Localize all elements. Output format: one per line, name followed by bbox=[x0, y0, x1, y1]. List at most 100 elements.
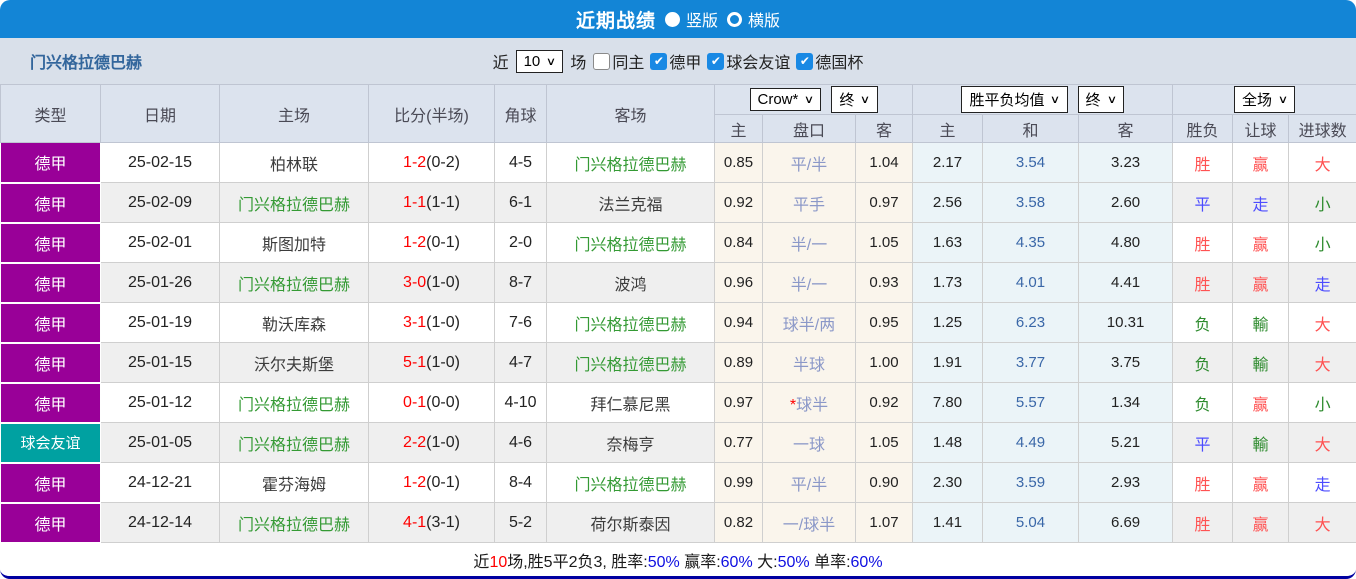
scope-select[interactable]: 全场 ∨ bbox=[1234, 86, 1296, 113]
result-cell: 胜 bbox=[1172, 462, 1234, 503]
home-team: 霍芬海姆 bbox=[219, 462, 369, 503]
summary-segment: 大: bbox=[752, 553, 778, 571]
fulltime-score: 1-1 bbox=[403, 193, 427, 211]
away-team: 门兴格拉德巴赫 bbox=[546, 462, 715, 503]
match-count-select[interactable]: 10 ∨ bbox=[515, 49, 564, 73]
goals-result-cell: 大 bbox=[1288, 342, 1356, 383]
odds-away: 1.07 bbox=[854, 502, 914, 543]
home-team: 门兴格拉德巴赫 bbox=[219, 262, 369, 303]
avg-home: 1.73 bbox=[912, 262, 984, 303]
odds-source-select[interactable]: Crow* ∨ bbox=[749, 88, 822, 111]
checkbox-checked-icon[interactable]: ✔ bbox=[707, 52, 725, 70]
handicap-cell: 平手 bbox=[762, 182, 856, 223]
match-date: 25-01-26 bbox=[100, 262, 220, 303]
home-team: 门兴格拉德巴赫 bbox=[219, 382, 369, 423]
handicap-line: 平手 bbox=[792, 196, 825, 214]
subheader-avg-home: 主 bbox=[912, 114, 984, 143]
result-cell: 胜 bbox=[1172, 502, 1234, 543]
away-team: 波鸿 bbox=[546, 262, 715, 303]
corner-score: 4-5 bbox=[494, 142, 547, 183]
radio-horizontal-layout[interactable]: 横版 bbox=[727, 7, 780, 31]
handicap-line: 一/球半 bbox=[782, 516, 836, 534]
team-name: 门兴格拉德巴赫 bbox=[30, 55, 143, 72]
corner-score: 8-7 bbox=[494, 262, 547, 303]
away-team: 荷尔斯泰因 bbox=[546, 502, 715, 543]
handicap-line: 半球 bbox=[792, 356, 825, 374]
summary-segment: 赢率: bbox=[679, 553, 721, 571]
checkbox-unchecked-icon[interactable] bbox=[593, 52, 611, 70]
avg-home: 2.30 bbox=[912, 462, 984, 503]
goals-result-cell: 走 bbox=[1288, 262, 1356, 303]
filter-controls: 近 10 ∨ 场 同主 ✔ 德甲 ✔ 球会友谊 ✔ 德国杯 bbox=[493, 49, 863, 73]
halftime-score: (3-1) bbox=[426, 513, 460, 531]
recent-results-widget: 近期战绩 竖版 横版 门兴格拉德巴赫 近 10 ∨ 场 同主 ✔ 德甲 ✔ 球会友谊 ✔ 德… bbox=[0, 0, 1356, 579]
radio-vertical-layout[interactable]: 竖版 bbox=[664, 7, 718, 31]
col-header-home: 主场 bbox=[219, 84, 369, 143]
subheader-avg-draw: 和 bbox=[982, 114, 1080, 143]
odds-away: 0.93 bbox=[854, 262, 914, 303]
handicap-cell: 半/一 bbox=[762, 262, 856, 303]
radio-selected-icon[interactable] bbox=[664, 11, 680, 27]
away-team: 奈梅亨 bbox=[546, 422, 715, 463]
result-cell: 平 bbox=[1172, 422, 1234, 463]
chevron-down-icon: ∨ bbox=[860, 94, 871, 106]
checkbox-checked-icon[interactable]: ✔ bbox=[796, 52, 814, 70]
filter-checkbox-1[interactable]: ✔ 德甲 bbox=[650, 49, 701, 73]
odds-home: 0.94 bbox=[714, 302, 763, 343]
match-date: 25-01-15 bbox=[100, 342, 220, 383]
handicap-cell: 平/半 bbox=[762, 142, 856, 183]
halftime-score: (1-1) bbox=[426, 193, 460, 211]
score-cell: 4-1(3-1) bbox=[368, 502, 495, 543]
home-team: 门兴格拉德巴赫 bbox=[219, 182, 369, 223]
score-cell: 2-2(1-0) bbox=[368, 422, 495, 463]
filter-checkbox-3[interactable]: ✔ 德国杯 bbox=[796, 49, 863, 73]
avg-away: 3.75 bbox=[1078, 342, 1174, 383]
avg-away: 6.69 bbox=[1078, 502, 1174, 543]
corner-score: 4-7 bbox=[494, 342, 547, 383]
fulltime-score: 4-1 bbox=[403, 513, 427, 531]
handicap-cell: 一/球半 bbox=[762, 502, 856, 543]
chevron-down-icon: ∨ bbox=[804, 94, 815, 106]
result-cell: 负 bbox=[1172, 342, 1234, 383]
fulltime-score: 3-1 bbox=[403, 313, 427, 331]
odds-away: 0.97 bbox=[854, 182, 914, 223]
avg-draw: 3.54 bbox=[982, 142, 1080, 183]
radio-unselected-icon[interactable] bbox=[727, 11, 742, 27]
score-cell: 1-1(1-1) bbox=[368, 182, 495, 223]
filter-checkbox-0[interactable]: 同主 bbox=[593, 49, 644, 73]
result-cell: 负 bbox=[1172, 382, 1234, 423]
halftime-score: (0-2) bbox=[426, 153, 460, 171]
avg-draw: 6.23 bbox=[982, 302, 1080, 343]
corner-score: 4-10 bbox=[494, 382, 547, 423]
odds-time-select-1[interactable]: 终 ∨ bbox=[831, 86, 878, 113]
goals-result-cell: 大 bbox=[1288, 502, 1356, 543]
radio-vertical-label: 竖版 bbox=[685, 13, 718, 30]
odds-home: 0.97 bbox=[714, 382, 763, 423]
odds-time-select-2[interactable]: 终 ∨ bbox=[1077, 86, 1124, 113]
avg-draw: 4.01 bbox=[982, 262, 1080, 303]
checkbox-checked-icon[interactable]: ✔ bbox=[650, 52, 668, 70]
corner-score: 8-4 bbox=[494, 462, 547, 503]
halftime-score: (0-0) bbox=[426, 393, 460, 411]
avg-home: 1.63 bbox=[912, 222, 984, 263]
avg-draw: 3.58 bbox=[982, 182, 1080, 223]
result-cell: 胜 bbox=[1172, 222, 1234, 263]
fulltime-score: 3-0 bbox=[403, 273, 427, 291]
score-cell: 5-1(1-0) bbox=[368, 342, 495, 383]
summary-bar: 近10场,胜5平2负3, 胜率:50% 赢率:60% 大:50% 单率:60% bbox=[0, 543, 1356, 576]
fulltime-score: 1-2 bbox=[403, 233, 427, 251]
filter-checkbox-2[interactable]: ✔ 球会友谊 bbox=[707, 49, 790, 73]
match-row: 德甲 25-01-19 勒沃库森 3-1(1-0) 7-6 门兴格拉德巴赫 0.94 球半/两… bbox=[0, 302, 1356, 344]
league-type-badge: 球会友谊 bbox=[0, 422, 101, 464]
handicap-result-cell: 赢 bbox=[1232, 262, 1290, 303]
avg-draw: 5.04 bbox=[982, 502, 1080, 543]
odds-home: 0.84 bbox=[714, 222, 763, 263]
avg-type-select[interactable]: 胜平负均值 ∨ bbox=[961, 86, 1068, 113]
subheader-odds-away: 客 bbox=[854, 114, 914, 143]
summary-segment: 近 bbox=[473, 553, 490, 571]
odds-dropdown-cell: Crow* ∨ 终 ∨ bbox=[713, 84, 914, 115]
handicap-cell: 半/一 bbox=[762, 222, 856, 263]
odds-home: 0.77 bbox=[714, 422, 763, 463]
result-cell: 胜 bbox=[1172, 142, 1234, 183]
goals-result-cell: 大 bbox=[1288, 142, 1356, 183]
